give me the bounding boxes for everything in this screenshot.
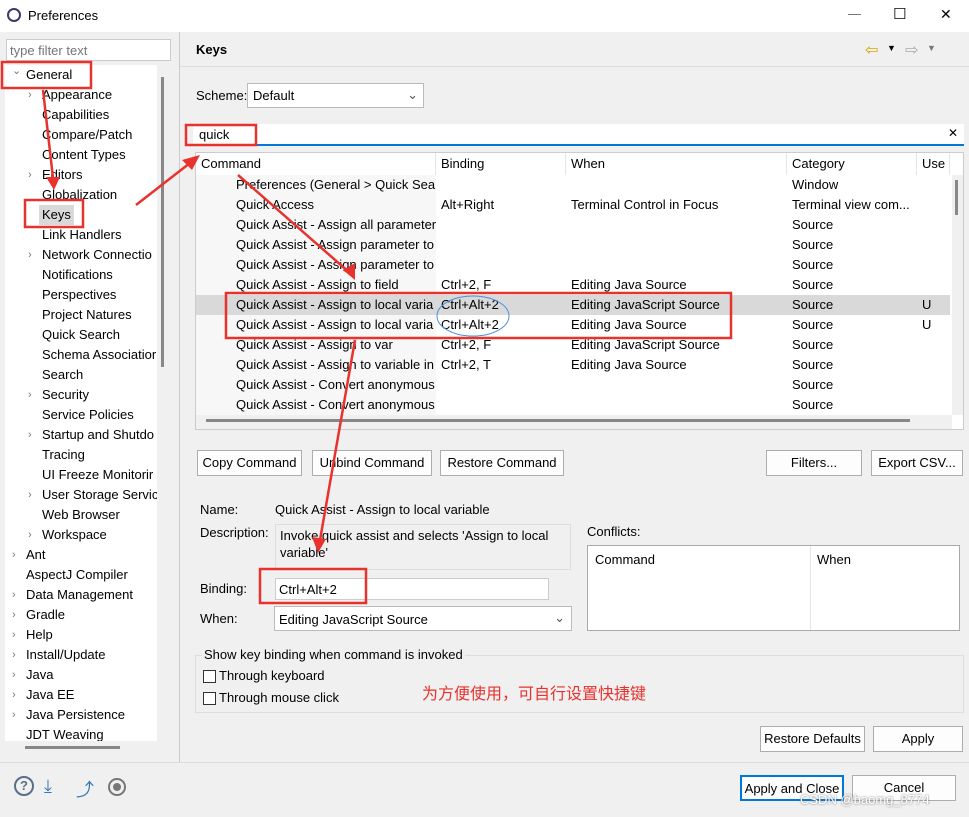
general-highlight-box bbox=[0, 60, 93, 90]
binding-circle bbox=[436, 295, 510, 337]
annotation-overlay bbox=[0, 60, 733, 605]
search-highlight-box bbox=[184, 123, 258, 147]
rows-highlight-box bbox=[224, 291, 733, 340]
binding-highlight-box bbox=[258, 567, 368, 605]
keys-highlight-box bbox=[23, 198, 85, 229]
